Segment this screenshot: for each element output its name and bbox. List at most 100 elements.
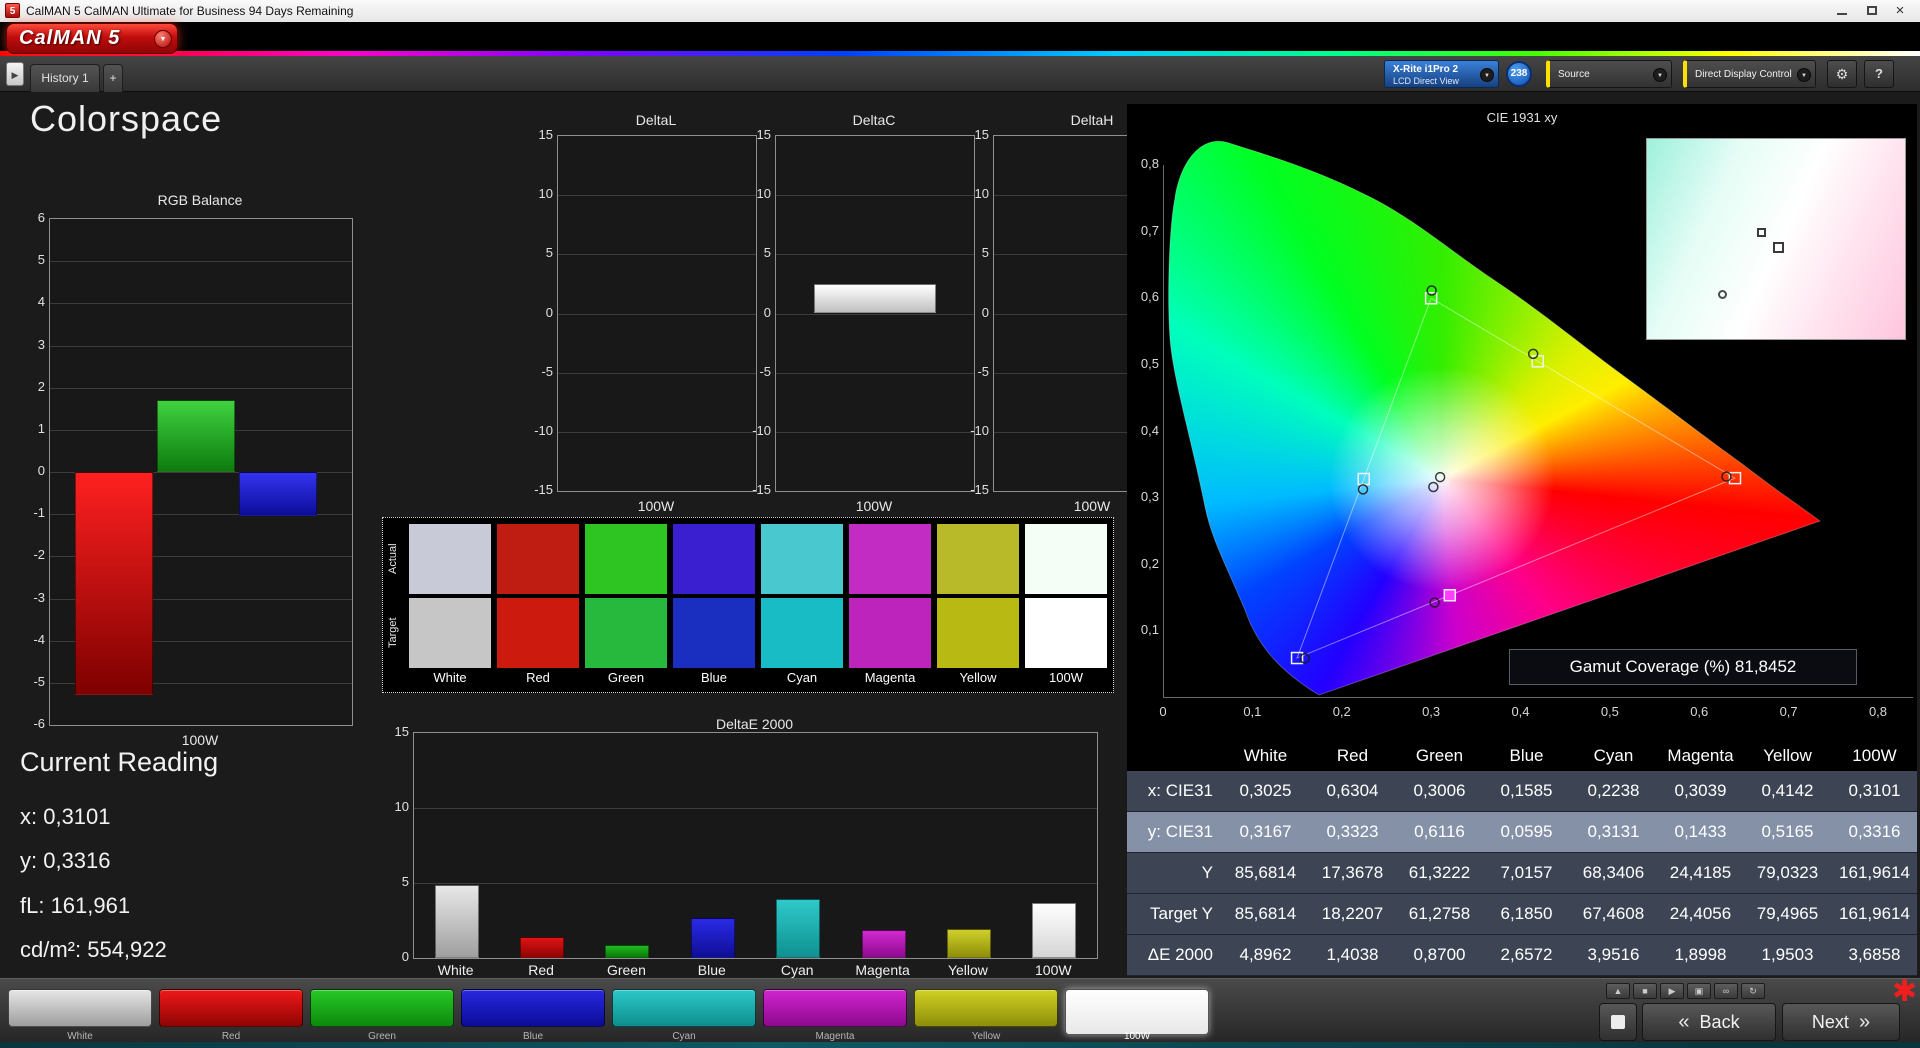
maximize-button[interactable] — [1858, 2, 1886, 20]
table-cell: 6,1850 — [1500, 904, 1553, 923]
y-tick-label: -2 — [33, 547, 45, 563]
rgb-balance-plot — [49, 218, 353, 726]
table-cell: 0,3025 — [1239, 781, 1292, 800]
category-label: Green — [606, 962, 646, 978]
continuous-button[interactable]: ∞ — [1714, 983, 1738, 999]
table-cell: 161,9614 — [1839, 863, 1910, 882]
gridline — [558, 372, 756, 374]
patch-button-cyan[interactable] — [612, 989, 756, 1027]
back-label: Back — [1699, 1011, 1740, 1032]
play-button[interactable]: ▶ — [1660, 983, 1684, 999]
y-tick-label: 10 — [974, 186, 989, 202]
table-row-label: Y — [1201, 863, 1213, 882]
table-cell: 0,3006 — [1413, 781, 1466, 800]
table-cell: 1,4038 — [1326, 945, 1379, 964]
x-axis-label: 100W — [181, 732, 219, 748]
table-row-label: x: CIE31 — [1147, 781, 1213, 800]
help-button[interactable]: ? — [1864, 60, 1894, 88]
cie-x-tick-label: 0,1 — [1243, 704, 1262, 719]
y-tick-label: -4 — [33, 631, 45, 647]
next-chevron-icon: » — [1858, 1010, 1871, 1033]
y-tick-label: 15 — [756, 127, 771, 142]
y-tick-label: -5 — [33, 673, 45, 689]
table-cell: 0,1433 — [1674, 822, 1727, 841]
table-cell: 0,3039 — [1674, 781, 1727, 800]
refresh-button[interactable]: ↻ — [1741, 983, 1765, 999]
minimize-button[interactable] — [1828, 2, 1856, 20]
logo-menu-button[interactable]: ▼ — [154, 30, 172, 48]
tab-history-1[interactable]: History 1 — [30, 64, 100, 92]
back-button[interactable]: « Back — [1642, 1003, 1776, 1041]
patch-button-100w[interactable] — [1065, 989, 1209, 1035]
table-cell: 24,4056 — [1669, 904, 1732, 923]
alert-asterisk-icon[interactable]: ✱ — [1892, 977, 1917, 1007]
table-row-label: ΔE 2000 — [1147, 945, 1213, 964]
add-tab-button[interactable]: + — [103, 64, 123, 92]
swatch-actual-white — [409, 524, 491, 594]
patch-button-green[interactable] — [310, 989, 454, 1027]
table-cell: 3,9516 — [1587, 945, 1640, 964]
cie-y-tick-label: 0,8 — [1140, 156, 1159, 171]
bar — [814, 283, 936, 314]
patch-button-red[interactable] — [159, 989, 303, 1027]
measured-marker-yellow — [1527, 348, 1539, 360]
swatch-column-label: 100W — [1049, 670, 1083, 685]
table-row: y: CIE31 0,3167 0,3323 0,6116 0,0595 0,3131 0,… — [1127, 812, 1917, 853]
swatch-column-label: Green — [607, 670, 645, 685]
gamut-coverage-readout: Gamut Coverage (%) 81,8452 — [1509, 649, 1857, 685]
cie-y-tick-label: 0,5 — [1140, 355, 1159, 371]
y-tick-label: -6 — [33, 716, 45, 731]
settings-button[interactable]: ⚙ — [1827, 60, 1857, 88]
current-reading-cdm2: cd/m²: 554,922 — [20, 937, 167, 962]
swatch-actual-yellow — [937, 524, 1019, 594]
table-cell: 3,6858 — [1848, 945, 1901, 964]
table-cell: 0,2238 — [1587, 781, 1640, 800]
table-cell: 0,3167 — [1239, 822, 1292, 841]
cie-y-tick-label: 0,4 — [1140, 422, 1159, 438]
stop-button[interactable]: ■ — [1633, 983, 1657, 999]
capture-button[interactable]: ▣ — [1687, 983, 1711, 999]
table-header-cell: White — [1243, 746, 1288, 765]
stop-measurement-button[interactable] — [1599, 1003, 1637, 1041]
table-cell: 1,9503 — [1761, 945, 1814, 964]
y-tick-label: 6 — [37, 210, 45, 225]
table-row-label: Target Y — [1149, 904, 1213, 923]
patch-button-white[interactable] — [8, 989, 152, 1027]
delta-l-chart: DeltaL 100W 15 10 5 0 -5 -10 -15 — [521, 112, 763, 522]
patch-label: 100W — [1123, 1031, 1151, 1042]
meter-dropdown[interactable]: X-Rite i1Pro 2 LCD Direct View ▼ — [1384, 60, 1499, 88]
bottom-bar: White Red Green Blue Cyan Magenta Yellow 100W ▲… — [0, 977, 1920, 1048]
gridline — [50, 303, 352, 305]
patch-button-magenta[interactable] — [763, 989, 907, 1027]
actual-vs-target-swatches: Actual Target White Red Green Blue Cyan Magenta… — [382, 517, 1114, 693]
table-cell: 0,1585 — [1500, 781, 1553, 800]
table-row: Y 85,6814 17,3678 61,3222 7,0157 68,3406 24,41… — [1127, 853, 1917, 894]
y-tick-label: -5 — [759, 363, 771, 379]
inset-target-square — [1773, 242, 1784, 253]
source-dropdown[interactable]: Source ▼ — [1546, 60, 1672, 88]
x-axis-label: 100W — [637, 498, 675, 514]
patch-button-yellow[interactable] — [914, 989, 1058, 1027]
display-control-dropdown[interactable]: Direct Display Control ▼ — [1683, 60, 1816, 88]
patch-label: Magenta — [815, 1031, 855, 1042]
gridline — [558, 313, 756, 315]
table-corner-cell — [1127, 741, 1222, 771]
swatch-actual-cyan — [761, 524, 843, 594]
measurement-count-badge[interactable]: 238 — [1506, 61, 1532, 87]
table-cell: 79,4965 — [1756, 904, 1819, 923]
swatch-target-white — [409, 598, 491, 668]
y-tick-label: 5 — [545, 245, 553, 261]
workflow-nav-arrow-button[interactable]: ▶ — [6, 62, 24, 86]
table-cell: 161,9614 — [1839, 904, 1910, 923]
y-tick-label: 0 — [401, 949, 409, 964]
swatch-column-label: Blue — [700, 670, 728, 685]
swatch-target-green — [585, 598, 667, 668]
logo-bar: CalMAN 5 ▼ — [0, 22, 1920, 56]
eject-button[interactable]: ▲ — [1606, 983, 1630, 999]
next-button[interactable]: Next » — [1782, 1003, 1900, 1041]
close-button[interactable]: × — [1886, 2, 1914, 20]
patch-button-blue[interactable] — [461, 989, 605, 1027]
cie-y-tick-label: 0,2 — [1140, 555, 1159, 571]
y-tick-label: 5 — [37, 252, 45, 268]
current-reading-x: x: 0,3101 — [20, 804, 111, 829]
